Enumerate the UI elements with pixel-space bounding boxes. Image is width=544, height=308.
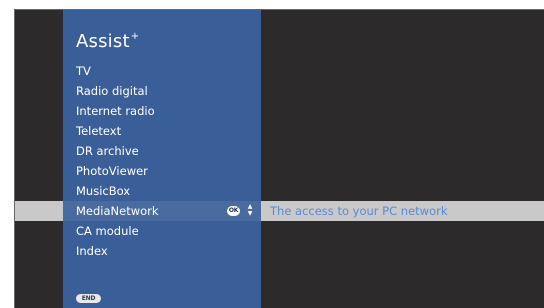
menu-item-ca-module[interactable]: CA module xyxy=(15,221,544,241)
item-description: The access to your PC network xyxy=(270,204,448,218)
menu-item-label: CA module xyxy=(76,224,139,238)
menu-item-dr-archive[interactable]: DR archive xyxy=(15,141,544,161)
tv-screen: Assist+ TV Radio digital Internet radio … xyxy=(14,9,544,308)
menu-item-index[interactable]: Index xyxy=(15,241,544,261)
menu-item-medianetwork[interactable]: MediaNetwork OK ▲ ▼ The access to your PC… xyxy=(15,201,544,221)
menu-item-label: Index xyxy=(76,244,108,258)
title-superscript: + xyxy=(130,31,140,42)
menu-item-radio-digital[interactable]: Radio digital xyxy=(15,81,544,101)
ok-button-icon[interactable]: OK xyxy=(227,206,240,216)
menu-item-label: DR archive xyxy=(76,144,139,158)
menu-item-photoviewer[interactable]: PhotoViewer xyxy=(15,161,544,181)
menu-item-teletext[interactable]: Teletext xyxy=(15,121,544,141)
end-button-icon[interactable]: END xyxy=(76,294,101,303)
menu-item-label: TV xyxy=(76,64,91,78)
menu-item-label: MusicBox xyxy=(76,184,131,198)
menu-item-internet-radio[interactable]: Internet radio xyxy=(15,101,544,121)
page-title: Assist+ xyxy=(76,31,139,52)
menu-item-label: PhotoViewer xyxy=(76,164,148,178)
assist-menu: TV Radio digital Internet radio Teletext… xyxy=(15,61,544,261)
menu-item-label: Teletext xyxy=(76,124,122,138)
title-text: Assist xyxy=(76,31,130,52)
up-down-arrows-icon: ▲ ▼ xyxy=(247,203,253,217)
menu-item-tv[interactable]: TV xyxy=(15,61,544,81)
menu-item-label: Internet radio xyxy=(76,104,155,118)
menu-item-label: MediaNetwork xyxy=(76,204,159,218)
menu-item-musicbox[interactable]: MusicBox xyxy=(15,181,544,201)
menu-item-label: Radio digital xyxy=(76,84,148,98)
